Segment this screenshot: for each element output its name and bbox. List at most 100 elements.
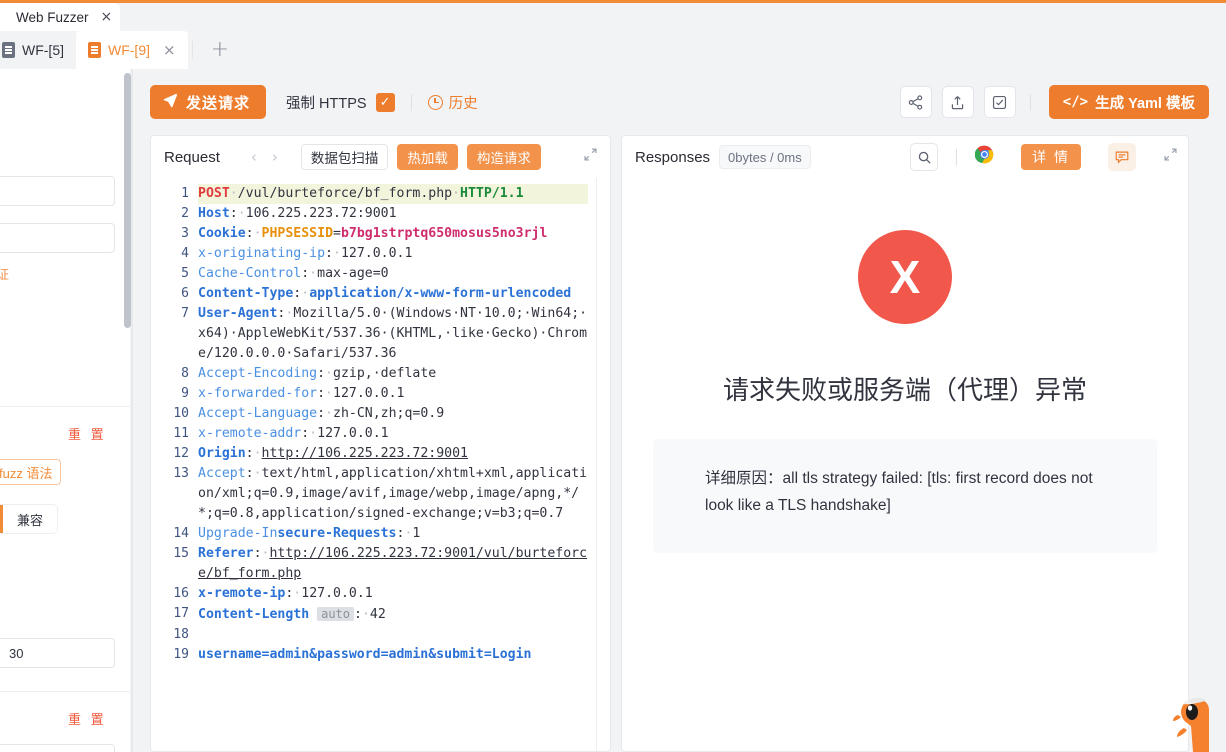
request-editor[interactable]: 1 2 3 4 5 6 7 8 9 10 11 12 13 14 15 16 17 18 19 POST·/vul/… [151,178,610,751]
line-number: 2 [181,206,189,221]
fuzz-syntax-button[interactable]: fuzz 语法 [0,459,62,485]
config-input-lower[interactable] [0,223,115,253]
config-input-timeout-value: 30 [9,645,24,661]
search-icon[interactable] [910,143,939,171]
line-number: 5 [181,266,189,281]
close-icon[interactable]: × [163,42,176,58]
history-button[interactable]: 历史 [427,92,478,113]
request-code-line: x-forwarded-for:·127.0.0.1 [198,386,405,401]
request-code-line: username=admin&password=admin&submit=Log… [198,647,532,662]
request-code-line: Referer:·http://106.225.223.72:9001/vul/… [198,546,588,581]
fuzzer-tab-label: WF-[5] [22,42,64,58]
divider [0,406,130,407]
force-https-checkbox[interactable]: ✓ [375,92,395,112]
history-label: 历史 [448,95,478,112]
response-panel: Responses 0bytes / 0ms 详 情 X 请求失败或服务端（代理… [621,135,1189,752]
config-input-upper[interactable] [0,176,115,206]
hot-reload-button[interactable]: 热加载 [397,144,458,170]
panels-row: Request ‹ › 数据包扫描 热加载 构造请求 1 2 3 4 5 6 7 8 9 10 11… [150,135,1209,752]
mode-option-compatible[interactable]: 兼容 [3,505,58,533]
request-code-line: x-originating-ip:·127.0.0.1 [198,246,413,261]
divider [191,41,193,59]
clock-icon [427,94,443,110]
sidebar-scrollbar-thumb[interactable] [124,73,131,328]
line-number: 8 [181,366,189,381]
request-code-line: Accept-Encoding:·gzip,·deflate [198,366,437,381]
request-panel-title: Request [164,148,220,166]
send-request-label: 发送请求 [186,94,251,112]
window-tab-web-fuzzer[interactable]: Web Fuzzer × [0,3,120,31]
prev-request-icon[interactable]: ‹ [248,148,260,166]
request-code-line: Host:·106.225.223.72:9001 [198,206,397,221]
fuzzer-tab-wf5[interactable]: WF-[5] [0,31,76,69]
response-panel-title: Responses [635,148,711,166]
request-code-line [198,625,588,645]
send-request-button[interactable]: 发送请求 [150,85,267,119]
packet-scan-button[interactable]: 数据包扫描 [300,144,389,170]
line-number: 4 [181,246,189,261]
fuzzer-tab-label: WF-[9] [108,42,150,58]
response-size-timing-badge: 0bytes / 0ms [719,145,811,169]
line-number: 15 [173,546,189,561]
line-number: 19 [173,647,189,662]
divider [1029,93,1031,111]
generate-yaml-label: 生成 Yaml 模板 [1095,95,1195,112]
config-input-concurrency[interactable]: 0 [0,744,115,752]
share-icon[interactable] [899,86,932,118]
request-code-line: Upgrade-Insecure-Requests:·1 [198,526,421,541]
request-code-line: Cache-Control:·max-age=0 [198,266,389,281]
sidebar-scrollbar-track[interactable] [124,69,131,752]
line-number: 18 [173,627,189,642]
line-number: 1 [181,186,189,201]
edit-check-icon[interactable] [983,86,1016,118]
response-error-state: X 请求失败或服务端（代理）异常 详细原因：all tls strategy f… [622,178,1188,751]
main-content: 发送请求 强制 HTTPS ✓ 历史 </> 生成 Yaml 模板 Reques… [133,69,1226,752]
add-tab-button[interactable]: + [197,39,243,61]
request-code-line: x-remote-ip:·127.0.0.1 [198,586,373,601]
document-icon [88,42,101,58]
response-panel-header: Responses 0bytes / 0ms 详 情 [622,136,1188,178]
next-request-icon[interactable]: › [269,148,281,166]
error-title: 请求失败或服务端（代理）异常 [722,375,1087,405]
line-number: 14 [173,526,189,541]
request-code-line: Content-Length auto:·42 [198,607,386,622]
request-code-line: Accept-Language:·zh-CN,zh;q=0.9 [198,406,445,421]
error-reason-label: 详细原因： [705,470,783,487]
line-number: 3 [181,226,189,241]
line-number: 17 [173,606,189,621]
fuzzer-tab-wf9[interactable]: WF-[9] × [76,31,188,69]
line-number: 11 [173,426,189,441]
expand-icon[interactable] [583,147,600,167]
line-number: 6 [181,286,189,301]
window-tab-label: Web Fuzzer [16,9,89,25]
request-panel: Request ‹ › 数据包扫描 热加载 构造请求 1 2 3 4 5 6 7 8 9 10 11… [150,135,611,752]
line-number: 10 [173,406,189,421]
request-editor-scrollbar[interactable] [596,178,610,751]
reset-button-upper[interactable]: 重 置 [68,424,107,443]
request-code-line: x-remote-addr:·127.0.0.1 [198,426,389,441]
request-code[interactable]: POST·/vul/burteforce/bf_form.php·HTTP/1.… [198,178,596,751]
fuzzer-tabbar: WF-[5] WF-[9] × + [0,31,1226,69]
expand-icon[interactable] [1163,147,1178,167]
request-code-line: Origin:·http://106.225.223.72:9001 [198,446,468,461]
response-detail-button[interactable]: 详 情 [1021,144,1081,170]
close-icon[interactable]: × [101,10,113,24]
build-request-button[interactable]: 构造请求 [466,144,541,170]
request-code-line: Cookie:·PHPSESSID=b7bg1strptq650mosus5no… [198,226,548,241]
mode-segmented-control: 准 兼容 [0,505,58,533]
generate-yaml-button[interactable]: </> 生成 Yaml 模板 [1048,85,1209,119]
request-code-line: User-Agent:·Mozilla/5.0·(Windows·NT·10.0… [198,306,588,361]
divider [956,148,958,166]
line-number: 16 [173,586,189,601]
request-code-line: Content-Type:·application/x-www-form-url… [198,286,572,301]
export-icon[interactable] [941,86,974,118]
paper-plane-icon [163,93,178,111]
comment-icon[interactable] [1108,143,1136,171]
error-reason-box: 详细原因：all tls strategy failed: [tls: firs… [653,439,1157,553]
line-number: 12 [173,446,189,461]
reset-button-lower[interactable]: 重 置 [68,709,107,728]
error-cross-icon: X [858,230,952,324]
chrome-browser-icon[interactable] [974,145,994,169]
line-number: 9 [181,386,189,401]
config-input-timeout[interactable]: 30 [0,638,115,668]
